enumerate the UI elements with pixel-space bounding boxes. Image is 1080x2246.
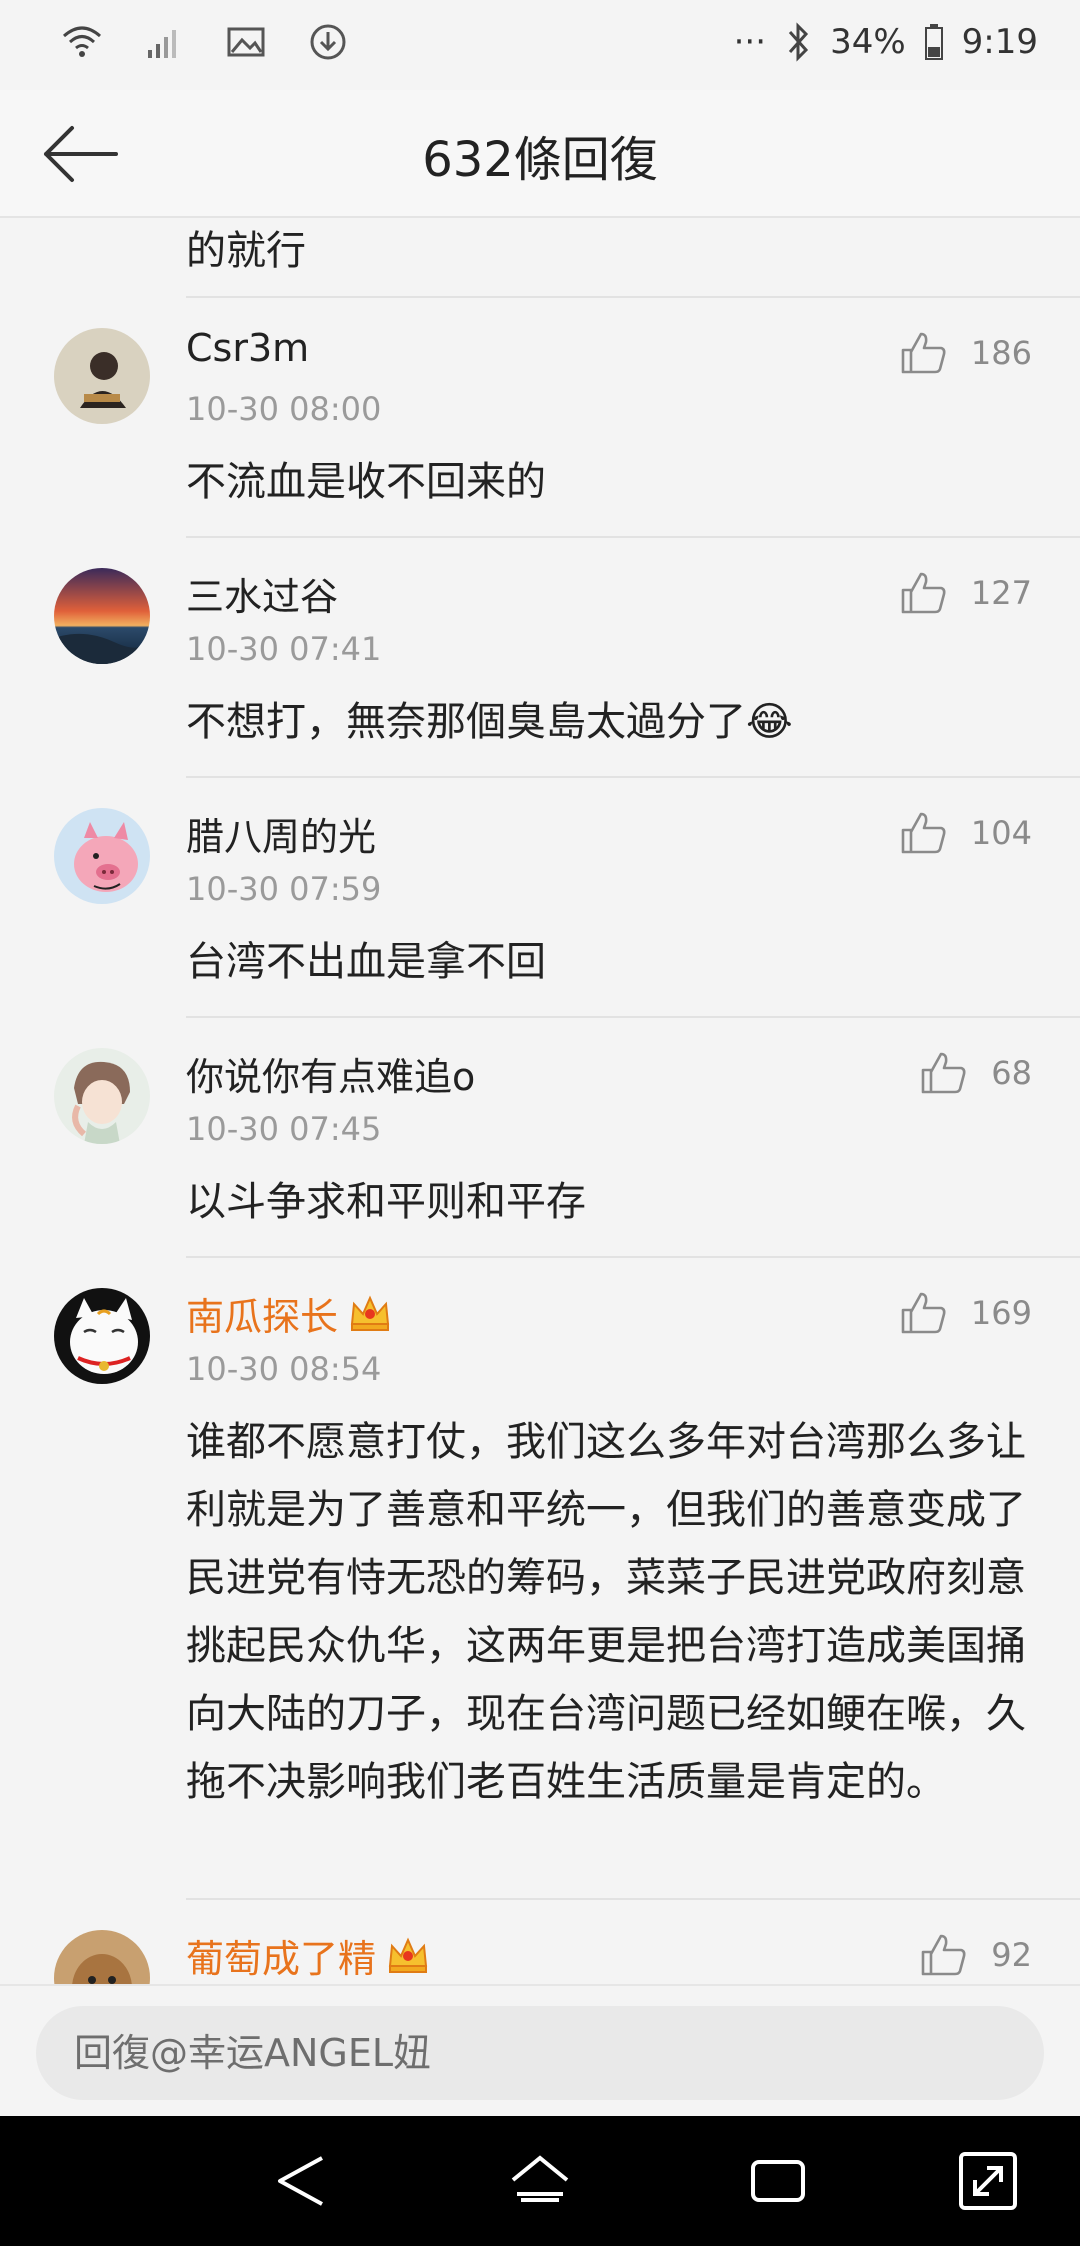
comment-author[interactable]: 葡萄成了精 <box>186 1928 430 1983</box>
like-button[interactable]: 104 <box>899 808 1032 858</box>
reply-bar: 回復@幸运ANGEL妞 <box>0 1984 1080 2116</box>
nav-home-icon[interactable] <box>507 2148 573 2214</box>
signal-icon <box>148 30 176 58</box>
avatar[interactable] <box>54 808 150 904</box>
like-count: 92 <box>991 1936 1032 1974</box>
wifi-icon <box>63 26 101 57</box>
like-button[interactable]: 186 <box>899 328 1032 378</box>
thumbs-up-icon <box>901 812 946 854</box>
crown-badge-icon <box>350 1295 390 1331</box>
comment-item[interactable]: 你说你有点难追o 10-30 07:45 以斗争求和平则和平存 68 <box>0 1018 1080 1256</box>
comment-text: 以斗争求和平则和平存 <box>186 1179 586 1225</box>
nav-expand-icon[interactable] <box>955 2148 1021 2214</box>
like-count: 186 <box>970 334 1032 372</box>
like-count: 104 <box>970 814 1032 852</box>
battery-icon <box>924 24 943 60</box>
comment-author[interactable]: 南瓜探长 <box>186 1286 392 1341</box>
comment-time: 10-30 07:59 <box>186 870 382 908</box>
comment-item[interactable]: 南瓜探长 10-30 08:54 谁都不愿意打仗，我们这么多年对台湾那么多让利就… <box>0 1258 1080 1904</box>
like-count: 68 <box>991 1054 1032 1092</box>
bluetooth-icon <box>788 22 809 62</box>
like-count: 127 <box>970 574 1032 612</box>
like-button[interactable]: 169 <box>899 1288 1032 1338</box>
like-button[interactable]: 68 <box>919 1048 1032 1098</box>
like-count: 169 <box>970 1294 1032 1332</box>
comment-time: 10-30 07:41 <box>186 630 382 668</box>
battery-percent: 34% <box>830 22 906 62</box>
comment-author[interactable]: 腊八周的光 <box>186 806 376 861</box>
comment-item[interactable]: 三水过谷 10-30 07:41 不想打，無奈那個臭島太過分了😂 127 <box>0 538 1080 776</box>
comment-author[interactable]: 你说你有点难追o <box>186 1046 475 1101</box>
navigation-bar <box>0 2116 1080 2246</box>
like-button[interactable]: 127 <box>899 568 1032 618</box>
comment-time: 10-30 08:54 <box>186 1350 382 1388</box>
header: 632條回復 <box>0 90 1080 218</box>
comment-time: 10-30 08:00 <box>186 390 382 428</box>
comment-text: 谁都不愿意打仗，我们这么多年对台湾那么多让利就是为了善意和平统一，但我们的善意变… <box>186 1419 1026 1805</box>
avatar[interactable] <box>54 1048 150 1144</box>
comment-text: 不流血是收不回来的 <box>186 459 546 505</box>
thumbs-up-icon <box>901 572 946 614</box>
crown-badge-icon <box>388 1937 428 1973</box>
nav-recents-icon[interactable] <box>745 2148 811 2214</box>
avatar[interactable] <box>54 328 150 424</box>
thumbs-up-icon <box>901 1292 946 1334</box>
avatar[interactable] <box>54 568 150 664</box>
comment-item[interactable]: 腊八周的光 10-30 07:59 台湾不出血是拿不回 104 <box>0 778 1080 1016</box>
comment-text: 不想打，無奈那個臭島太過分了😂 <box>186 699 793 745</box>
thumbs-up-icon <box>921 1934 966 1976</box>
nav-back-icon[interactable] <box>270 2148 336 2214</box>
more-status-icon: ··· <box>733 22 767 62</box>
thumbs-up-icon <box>921 1052 966 1094</box>
page-title: 632條回復 <box>422 132 658 188</box>
comment-time: 10-30 07:45 <box>186 1110 382 1148</box>
comment-text-partial: 的就行 <box>186 228 306 274</box>
comment-author-name: 葡萄成了精 <box>186 1937 377 1981</box>
reply-input[interactable]: 回復@幸运ANGEL妞 <box>36 2006 1044 2100</box>
comment-author-name: 南瓜探长 <box>186 1295 339 1339</box>
thumbs-up-icon <box>901 332 946 374</box>
comment-author[interactable]: Csr3m <box>186 326 309 370</box>
status-bar: ··· 34% 9:19 <box>0 0 1080 90</box>
clock: 9:19 <box>961 22 1038 62</box>
comment-item[interactable]: Csr3m 10-30 08:00 不流血是收不回来的 186 <box>0 298 1080 536</box>
comment-author[interactable]: 三水过谷 <box>186 566 338 621</box>
avatar[interactable] <box>54 1930 150 1984</box>
download-icon <box>310 24 346 60</box>
image-icon <box>227 27 265 57</box>
comment-text: 台湾不出血是拿不回 <box>186 939 546 985</box>
like-button[interactable]: 92 <box>919 1930 1032 1980</box>
comment-list[interactable]: 的就行 Csr3m 10-30 08:00 不流血是收不回来的 186 三水过谷… <box>0 218 1080 1984</box>
comment-item[interactable]: 葡萄成了精 92 <box>0 1900 1080 1984</box>
avatar[interactable] <box>54 1288 150 1384</box>
